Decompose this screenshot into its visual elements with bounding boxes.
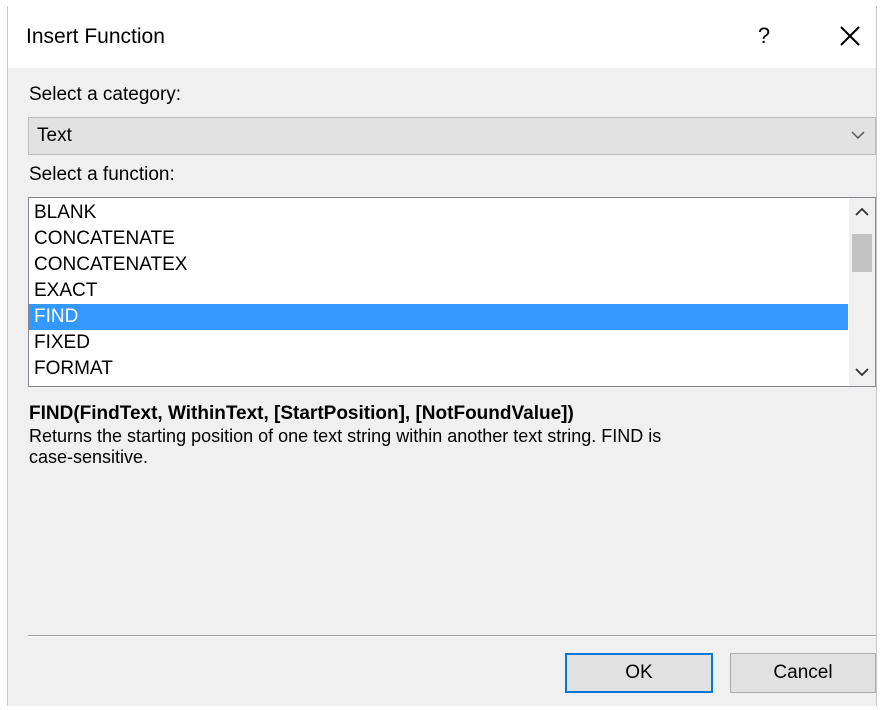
ok-button[interactable]: OK xyxy=(565,653,713,693)
function-list-scrollbar[interactable] xyxy=(849,198,875,386)
chevron-down-icon xyxy=(855,368,869,377)
function-syntax: FIND(FindText, WithinText, [StartPositio… xyxy=(29,403,574,424)
function-list-item[interactable]: CONCATENATEX xyxy=(29,252,848,278)
help-button[interactable]: ? xyxy=(746,18,782,54)
function-list-item[interactable]: CONCATENATE xyxy=(29,226,848,252)
function-label: Select a function: xyxy=(29,164,175,185)
function-list-item[interactable]: BLANK xyxy=(29,200,848,226)
close-icon xyxy=(840,26,860,46)
cancel-button[interactable]: Cancel xyxy=(730,653,876,693)
close-button[interactable] xyxy=(830,18,870,54)
category-dropdown[interactable]: Text xyxy=(28,117,876,155)
chevron-down-icon xyxy=(851,131,865,140)
function-list[interactable]: BLANK CONCATENATE CONCATENATEX EXACT FIND FIX… xyxy=(28,197,876,387)
title-bar: Insert Function ? xyxy=(8,6,876,68)
scroll-up-button[interactable] xyxy=(849,200,875,224)
function-list-item[interactable]: EXACT xyxy=(29,278,848,304)
scroll-thumb[interactable] xyxy=(852,234,872,272)
scroll-down-button[interactable] xyxy=(849,360,875,384)
category-selected-value: Text xyxy=(37,125,72,146)
function-list-item[interactable]: FORMAT xyxy=(29,356,848,382)
function-list-item[interactable]: FIXED xyxy=(29,330,848,356)
function-description: Returns the starting position of one tex… xyxy=(29,426,662,467)
dialog-title: Insert Function xyxy=(26,25,165,48)
category-label: Select a category: xyxy=(29,84,182,105)
function-list-item[interactable]: FIND xyxy=(29,304,848,330)
function-list-items: BLANK CONCATENATE CONCATENATEX EXACT FIND FIX… xyxy=(29,200,848,382)
insert-function-dialog: Insert Function ? Select a category: Tex… xyxy=(7,6,877,706)
separator xyxy=(28,635,876,637)
chevron-up-icon xyxy=(855,207,869,216)
